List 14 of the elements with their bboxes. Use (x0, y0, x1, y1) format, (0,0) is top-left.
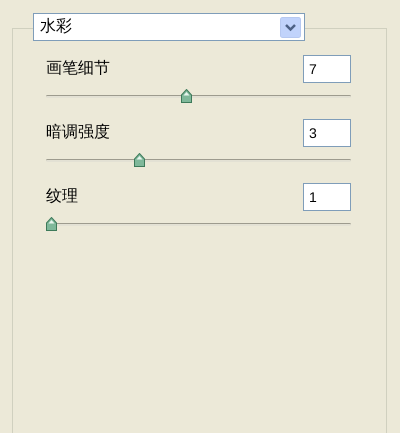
slider-thumb[interactable] (46, 217, 57, 231)
slider-track[interactable] (46, 153, 351, 167)
dropdown-value: 水彩 (40, 16, 72, 37)
slider-thumb[interactable] (181, 89, 192, 103)
filter-dropdown[interactable]: 水彩 (33, 13, 305, 41)
value-field[interactable]: 7 (303, 55, 351, 83)
slider-track[interactable] (46, 89, 351, 103)
slider-track[interactable] (46, 217, 351, 231)
value-field[interactable]: 3 (303, 119, 351, 147)
slider-thumb[interactable] (134, 153, 146, 167)
setting-label: 纹理 (46, 187, 78, 207)
value-field[interactable]: 1 (303, 183, 351, 211)
setting-label: 暗调强度 (46, 122, 110, 143)
setting-label: 画笔细节 (46, 58, 110, 79)
